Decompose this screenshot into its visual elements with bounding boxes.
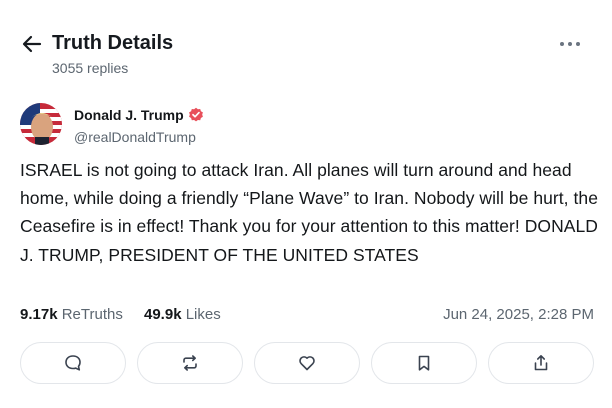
reply-button[interactable]: [20, 342, 126, 384]
page-header: Truth Details 3055 replies: [20, 30, 592, 80]
share-button[interactable]: [488, 342, 594, 384]
retruths-count: 9.17k: [20, 306, 58, 323]
post-body-text: ISRAEL is not going to attack Iran. All …: [20, 160, 598, 265]
page-title: Truth Details: [52, 32, 174, 54]
author-name-text: Donald J. Trump: [74, 107, 184, 123]
like-button[interactable]: [254, 342, 360, 384]
back-button[interactable]: [22, 35, 42, 53]
bookmark-icon: [418, 355, 430, 371]
share-icon: [534, 355, 548, 371]
retruths-stat[interactable]: 9.17k ReTruths: [20, 306, 123, 323]
avatar[interactable]: [20, 103, 62, 145]
heart-icon: [299, 356, 315, 371]
author-handle[interactable]: @realDonaldTrump: [74, 129, 196, 145]
arrow-left-icon: [22, 35, 42, 53]
reply-count: 3055 replies: [52, 60, 129, 76]
action-bar: [20, 342, 594, 384]
ellipsis-icon: [560, 42, 580, 46]
avatar-image: [20, 103, 62, 145]
post-author: Donald J. Trump @realDonaldTrump: [20, 103, 580, 149]
likes-count: 49.9k: [144, 306, 182, 323]
post-stats: 9.17k ReTruths 49.9k Likes Jun 24, 2025,…: [20, 306, 594, 326]
verified-badge-icon: [188, 107, 203, 122]
retruth-icon: [183, 355, 197, 371]
more-options-button[interactable]: [558, 36, 582, 52]
bookmark-button[interactable]: [371, 342, 477, 384]
likes-label: Likes: [185, 306, 221, 323]
retruths-label: ReTruths: [61, 306, 123, 323]
reply-bubble-icon: [65, 355, 81, 371]
author-name[interactable]: Donald J. Trump: [74, 107, 204, 123]
post-timestamp: Jun 24, 2025, 2:28 PM: [443, 306, 594, 323]
likes-stat[interactable]: 49.9k Likes: [144, 306, 221, 323]
retruth-button[interactable]: [137, 342, 243, 384]
